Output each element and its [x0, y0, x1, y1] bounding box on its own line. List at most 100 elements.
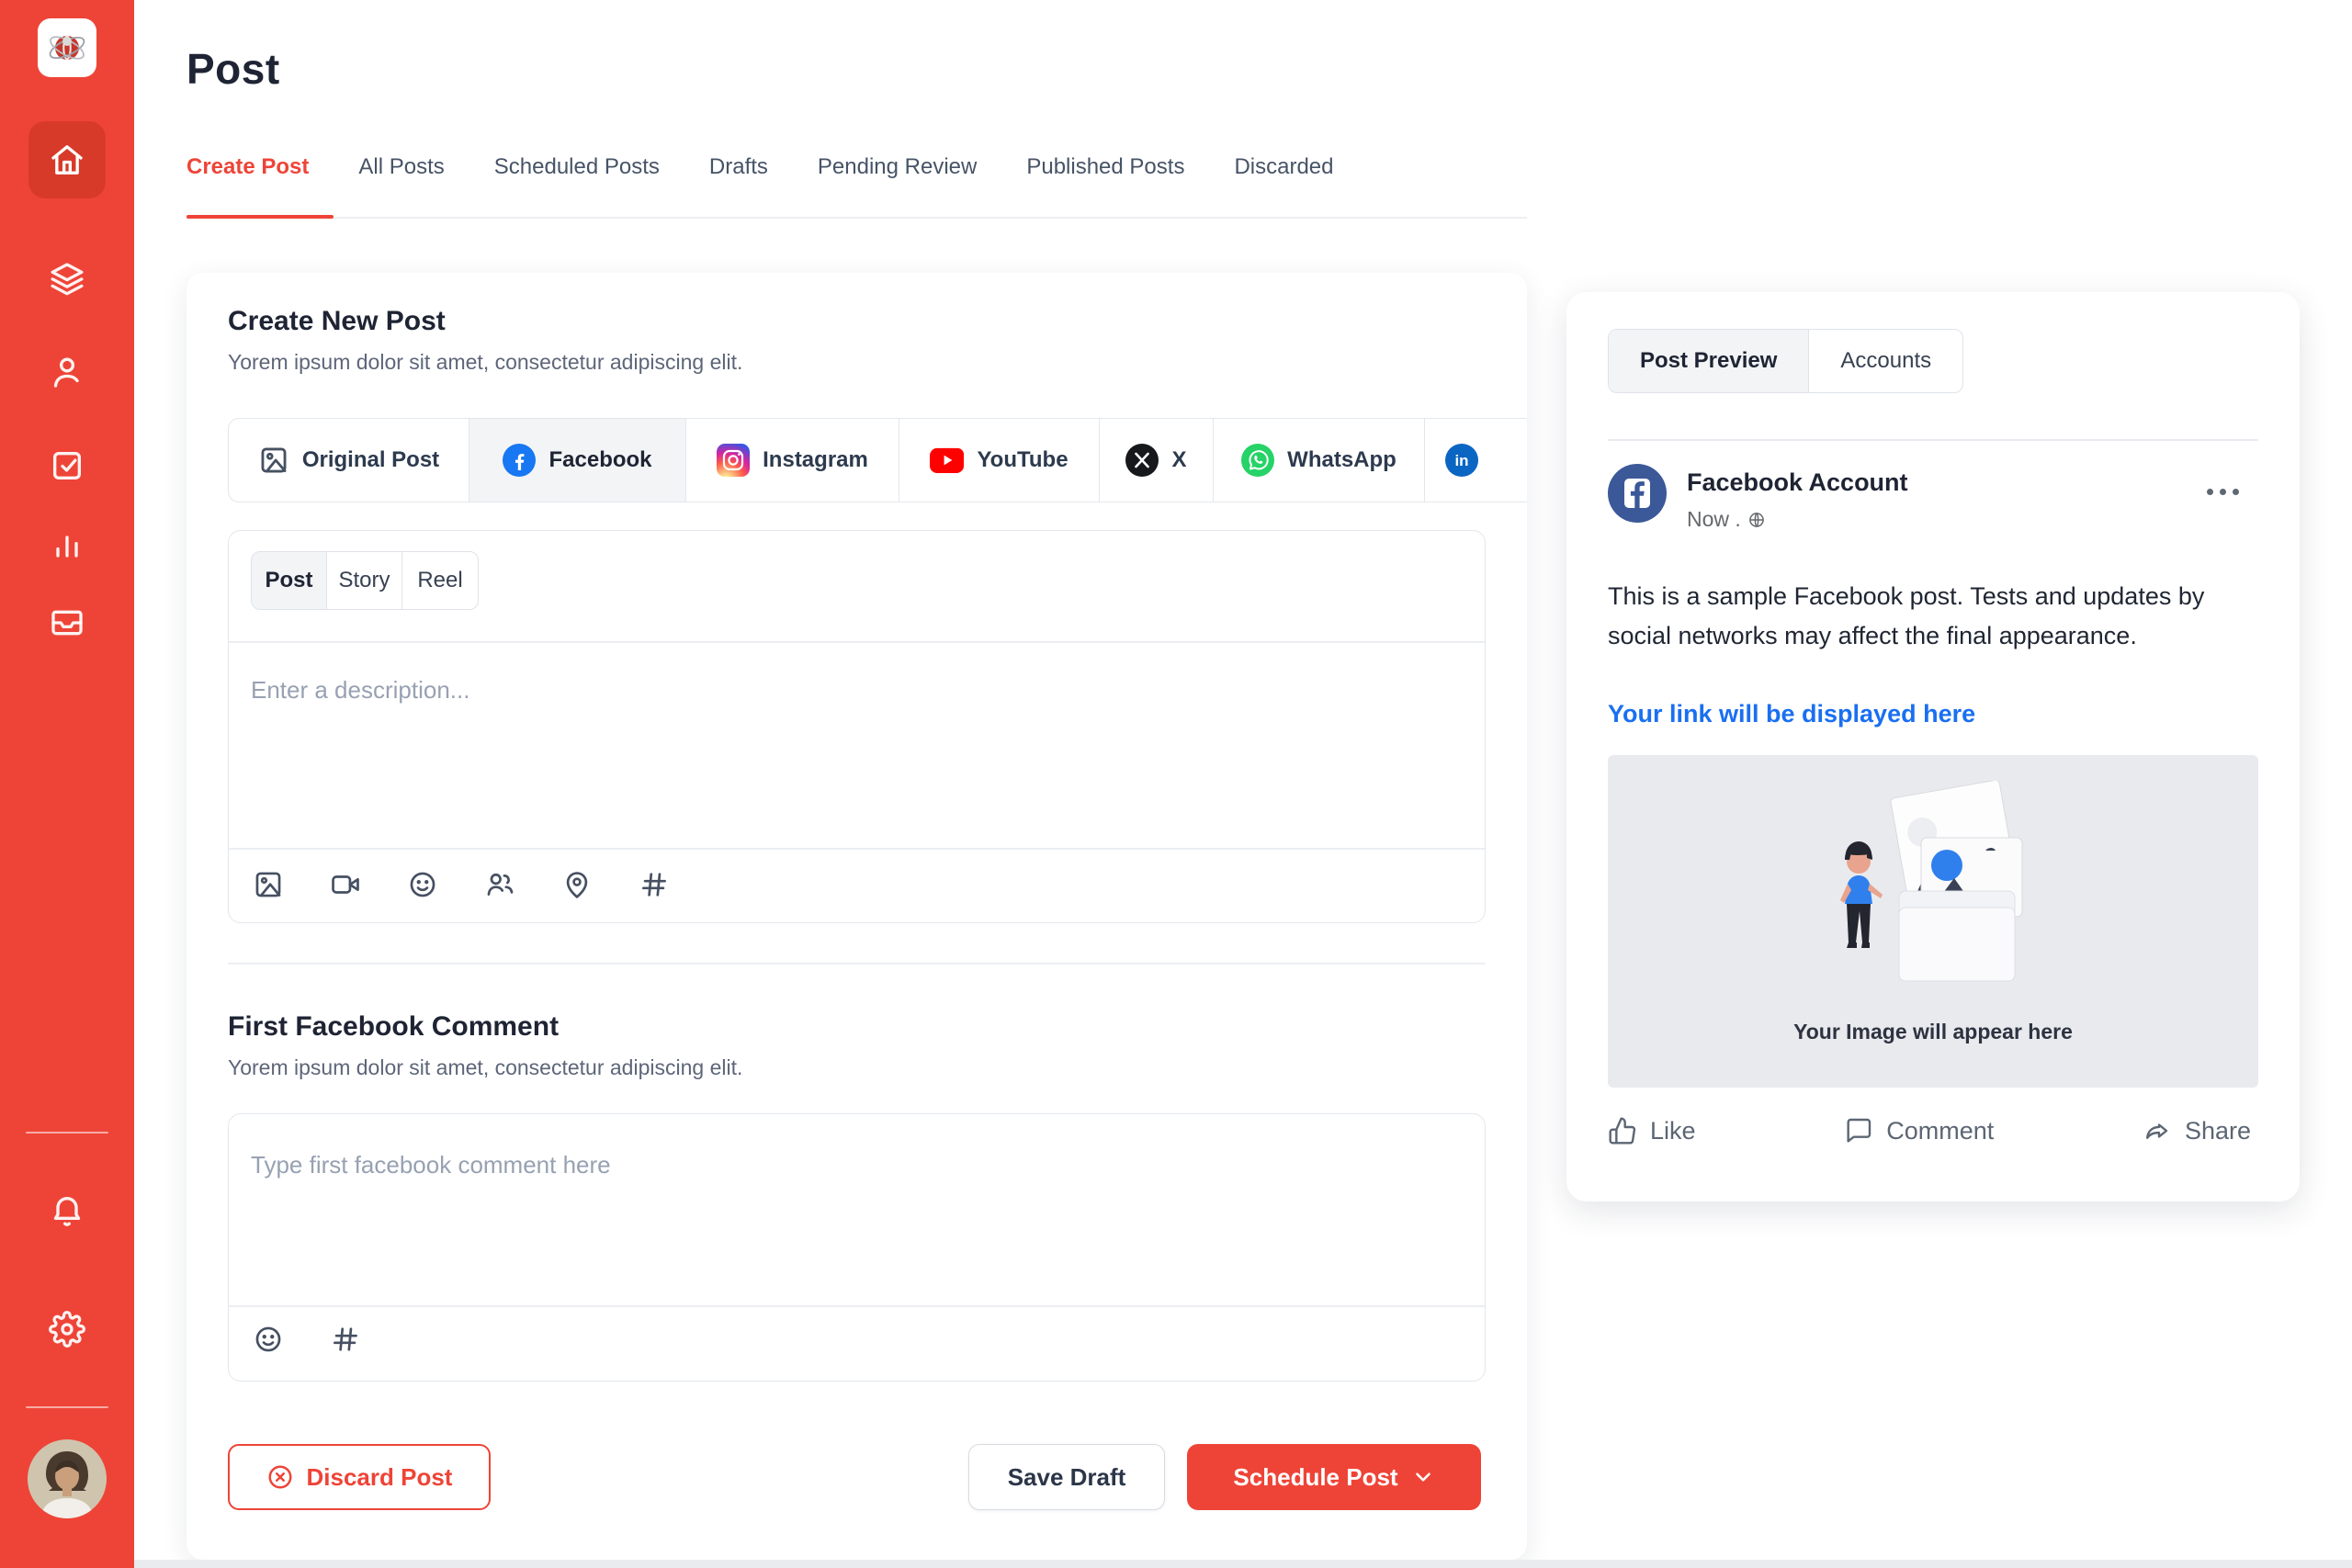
preview-body-text: This is a sample Facebook post. Tests an…	[1608, 577, 2242, 656]
tab-all-posts[interactable]: All Posts	[358, 154, 444, 189]
section-divider	[228, 963, 1486, 964]
gear-icon	[49, 1311, 85, 1348]
tab-discarded[interactable]: Discarded	[1234, 154, 1333, 189]
x-icon	[1125, 444, 1159, 477]
platform-tab-youtube[interactable]: YouTube	[899, 419, 1100, 502]
post-type-reel[interactable]: Reel	[402, 552, 478, 609]
platform-label: Instagram	[763, 447, 868, 473]
platform-tab-instagram[interactable]: Instagram	[686, 419, 899, 502]
platform-label: YouTube	[977, 447, 1068, 473]
tab-drafts[interactable]: Drafts	[709, 154, 768, 189]
sidebar-item-notifications[interactable]	[0, 1192, 134, 1229]
bar-chart-icon	[49, 528, 85, 565]
tab-scheduled-posts[interactable]: Scheduled Posts	[494, 154, 660, 189]
post-type-post[interactable]: Post	[252, 552, 327, 609]
discard-post-button[interactable]: Discard Post	[228, 1444, 491, 1510]
discard-post-label: Discard Post	[307, 1463, 453, 1492]
user-icon	[49, 354, 85, 390]
add-video-icon[interactable]	[330, 869, 361, 900]
description-input[interactable]	[251, 654, 1464, 838]
home-icon	[49, 141, 85, 178]
post-type-story[interactable]: Story	[327, 552, 402, 609]
create-post-card: Create New Post Yorem ipsum dolor sit am…	[187, 273, 1527, 1560]
schedule-post-button[interactable]: Schedule Post	[1187, 1444, 1481, 1510]
facebook-icon	[503, 444, 536, 477]
comment-toolbar	[253, 1324, 361, 1355]
instagram-icon	[717, 444, 750, 477]
platform-tab-x[interactable]: X	[1100, 419, 1214, 502]
bell-icon	[49, 1192, 85, 1229]
platform-tab-facebook[interactable]: Facebook	[469, 419, 686, 502]
first-comment-input[interactable]	[251, 1127, 1464, 1292]
comment-divider	[229, 1305, 1485, 1307]
tabs-underline	[187, 217, 1527, 219]
emoji-icon[interactable]	[407, 869, 438, 900]
image-icon	[258, 445, 289, 476]
first-comment-box	[228, 1113, 1486, 1382]
facebook-account-avatar	[1608, 464, 1667, 523]
preview-tabs: Post Preview Accounts	[1608, 329, 1963, 393]
mention-users-icon[interactable]	[484, 869, 515, 900]
preview-link[interactable]: Your link will be displayed here	[1608, 700, 1975, 728]
sidebar-item-settings[interactable]	[0, 1311, 134, 1348]
platform-tab-linkedin[interactable]: in	[1425, 419, 1527, 502]
avatar-photo	[28, 1439, 107, 1518]
check-square-icon	[49, 447, 85, 484]
platform-label: X	[1171, 447, 1186, 473]
globe-logo-icon	[45, 26, 89, 70]
svg-text:in: in	[1454, 452, 1468, 469]
platform-tab-whatsapp[interactable]: WhatsApp	[1214, 419, 1425, 502]
more-options-icon[interactable]	[2207, 489, 2239, 495]
comment-button[interactable]: Comment	[1844, 1116, 1994, 1145]
page-title: Post	[187, 44, 280, 94]
sidebar-item-inbox[interactable]	[0, 604, 134, 641]
post-type-switcher: Post Story Reel	[251, 551, 479, 610]
post-preview-card: Post Preview Accounts Facebook Account N…	[1566, 292, 2300, 1201]
post-time: Now .	[1687, 507, 1741, 532]
sidebar-item-profile[interactable]	[0, 354, 134, 390]
facebook-icon	[1608, 464, 1667, 523]
sidebar-item-analytics[interactable]	[0, 528, 134, 565]
sidebar-divider	[26, 1406, 108, 1408]
user-avatar[interactable]	[28, 1439, 107, 1518]
add-image-icon[interactable]	[253, 869, 284, 900]
layers-icon	[49, 260, 85, 297]
page-bottom-strip	[134, 1560, 2352, 1568]
tab-post-preview[interactable]: Post Preview	[1609, 330, 1809, 392]
schedule-post-label: Schedule Post	[1233, 1463, 1397, 1492]
image-placeholder: Your Image will appear here	[1608, 755, 2258, 1088]
sidebar-item-layers[interactable]	[0, 260, 134, 297]
save-draft-label: Save Draft	[1008, 1463, 1126, 1492]
sidebar-item-home[interactable]	[28, 121, 106, 198]
location-icon[interactable]	[561, 869, 593, 900]
app-logo[interactable]	[38, 18, 96, 77]
share-label: Share	[2185, 1117, 2251, 1145]
chevron-down-icon	[1411, 1465, 1435, 1489]
tab-create-post[interactable]: Create Post	[187, 154, 309, 189]
sidebar-item-approvals[interactable]	[0, 447, 134, 484]
hashtag-icon[interactable]	[330, 1324, 361, 1355]
hashtag-icon[interactable]	[639, 869, 670, 900]
thumbs-up-icon	[1608, 1116, 1637, 1145]
tab-pending-review[interactable]: Pending Review	[818, 154, 977, 189]
post-meta: Now .	[1687, 507, 1766, 532]
person-figure	[1840, 841, 1883, 948]
sidebar-divider	[26, 1132, 108, 1134]
create-post-heading: Create New Post	[228, 306, 446, 337]
first-comment-heading: First Facebook Comment	[228, 1011, 559, 1043]
emoji-icon[interactable]	[253, 1324, 284, 1355]
platform-label: WhatsApp	[1287, 447, 1396, 473]
image-placeholder-caption: Your Image will appear here	[1608, 1020, 2258, 1044]
platform-tab-original-post[interactable]: Original Post	[229, 419, 469, 502]
account-name: Facebook Account	[1687, 468, 1908, 497]
whatsapp-icon	[1241, 444, 1274, 477]
save-draft-button[interactable]: Save Draft	[968, 1444, 1165, 1510]
first-comment-subtitle: Yorem ipsum dolor sit amet, consectetur …	[228, 1055, 742, 1080]
tab-published-posts[interactable]: Published Posts	[1026, 154, 1184, 189]
like-button[interactable]: Like	[1608, 1116, 1696, 1145]
globe-icon	[1747, 511, 1766, 529]
image-placeholder-illustration	[1781, 781, 2085, 1010]
share-button[interactable]: Share	[2143, 1116, 2251, 1145]
tab-accounts[interactable]: Accounts	[1809, 330, 1962, 392]
create-post-subtitle: Yorem ipsum dolor sit amet, consectetur …	[228, 350, 742, 375]
